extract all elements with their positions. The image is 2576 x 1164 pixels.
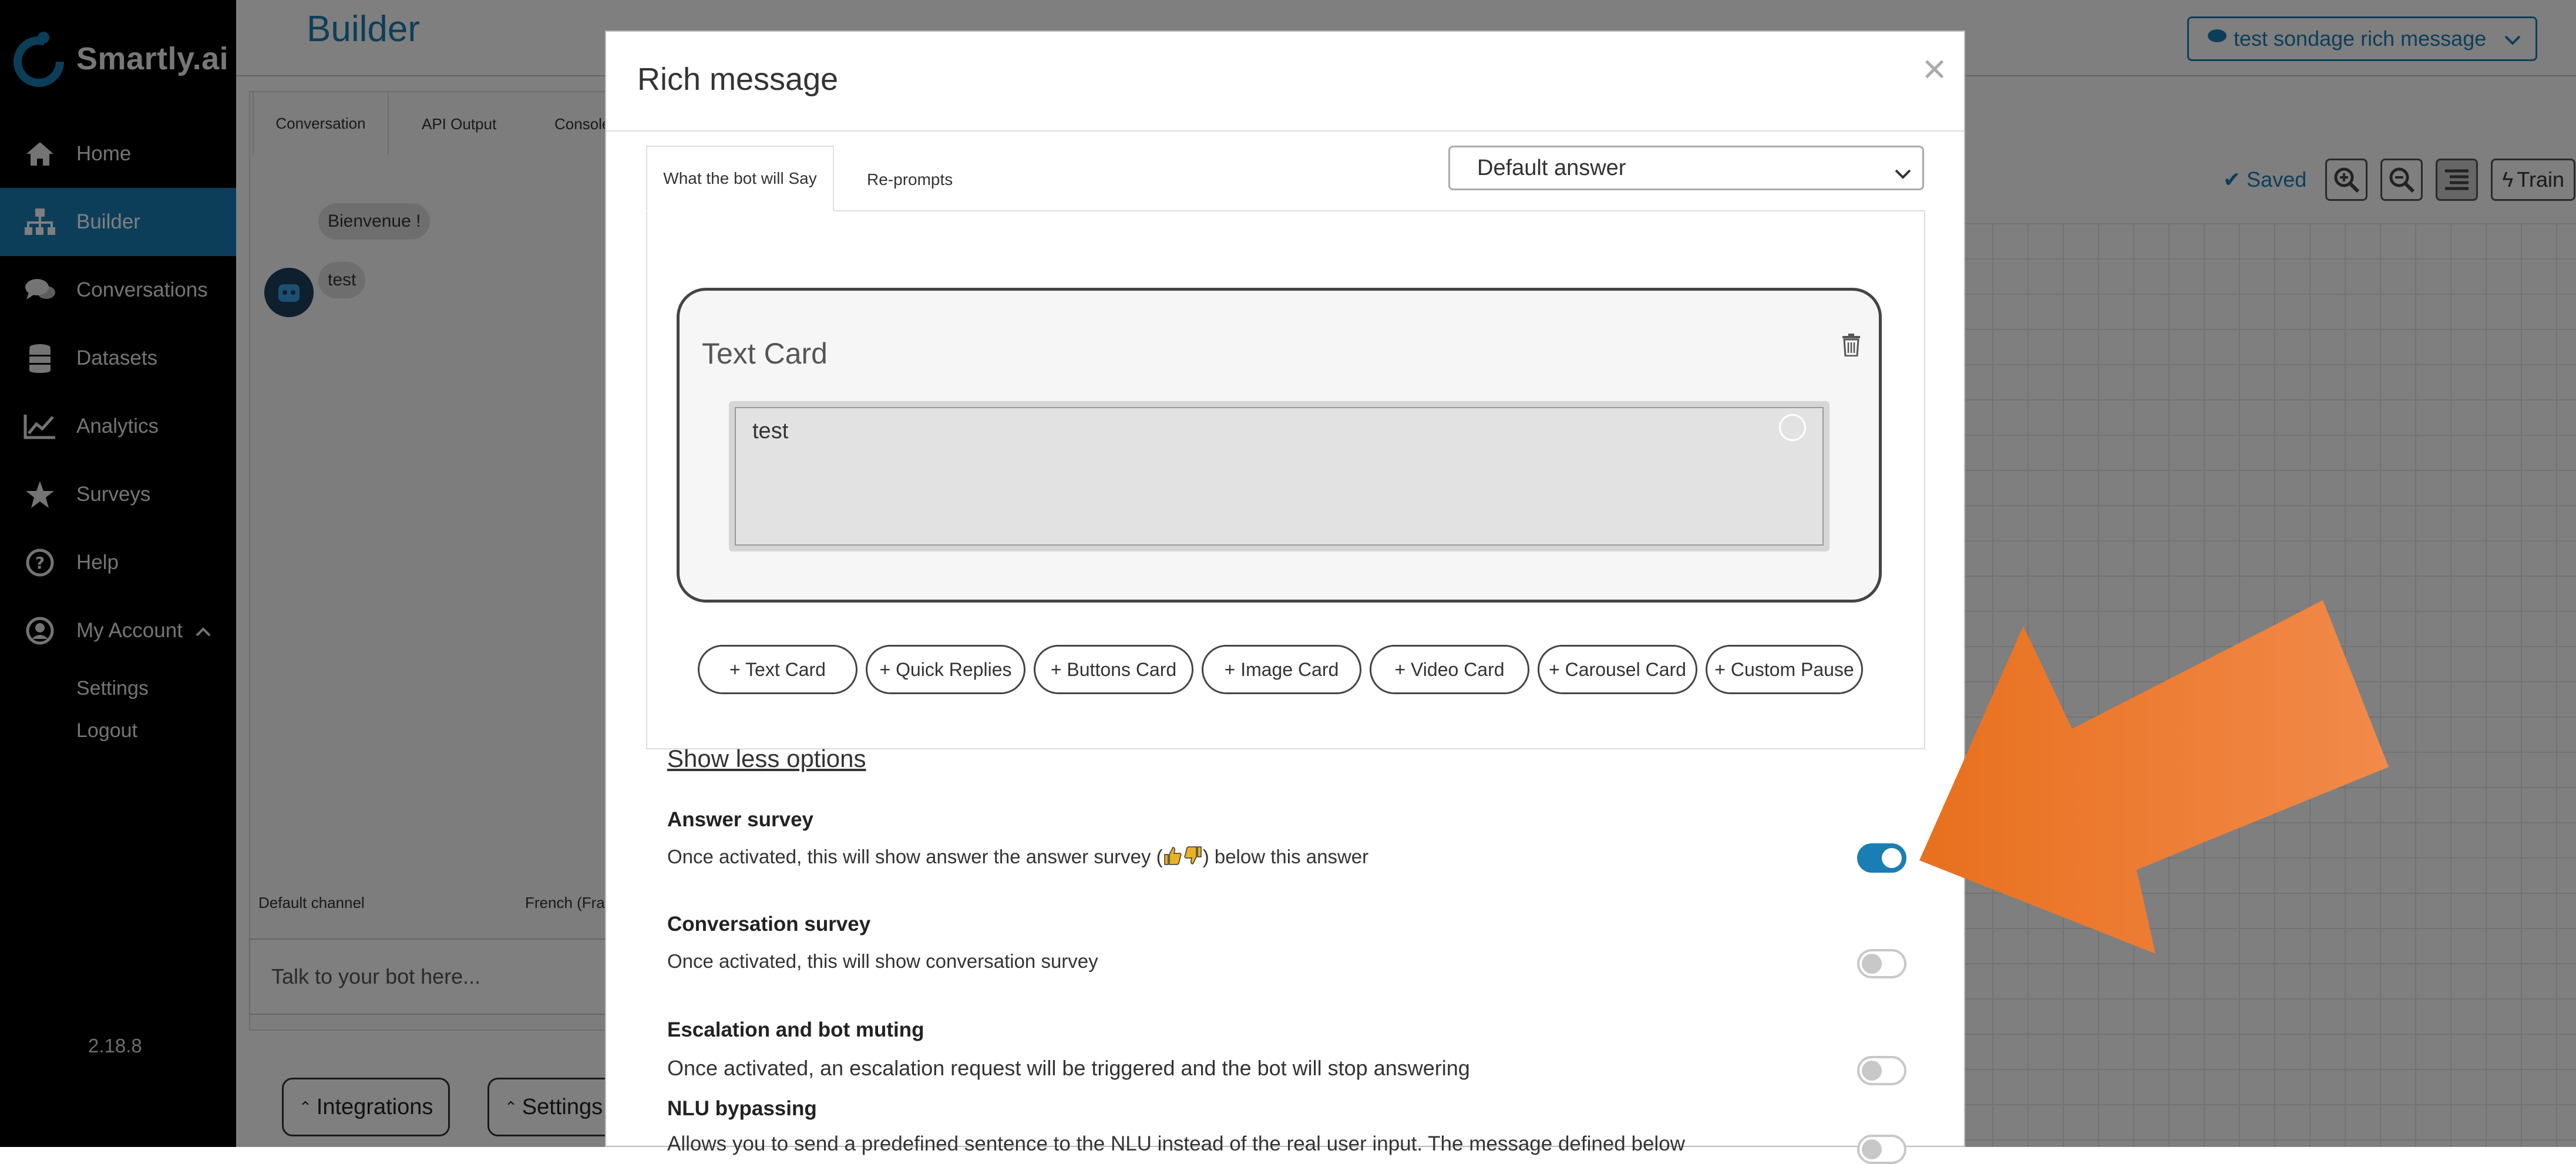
thumbs-down-icon [1183,846,1203,870]
annotation-arrow-icon [1919,600,2389,954]
answer-type-select[interactable]: Default answer [1448,146,1924,190]
tab-re-prompts[interactable]: Re-prompts [867,170,953,189]
text-card-value: test [735,407,1824,546]
modal-header-divider [606,130,1964,132]
answer-survey-toggle[interactable] [1857,843,1906,873]
answer-type-value: Default answer [1477,155,1626,180]
option-description-start: Once activated, this will show answer th… [667,846,1163,867]
toggle-knob [1882,848,1902,868]
text-card-input[interactable]: test [729,401,1830,551]
toggle-knob [1862,954,1882,974]
add-text-card-button[interactable]: + Text Card [698,645,857,694]
close-icon[interactable]: × [1922,48,1946,89]
add-video-card-button[interactable]: + Video Card [1370,645,1529,694]
text-card: Text Card test [677,288,1882,603]
toggle-knob [1862,1139,1882,1159]
add-custom-pause-button[interactable]: + Custom Pause [1706,645,1863,694]
tab-what-the-bot-will-say[interactable]: What the bot will Say [646,146,834,211]
toggle-knob [1862,1061,1882,1081]
escalation-toggle[interactable] [1857,1056,1906,1085]
emoji-picker-icon[interactable] [1779,414,1806,441]
trash-icon[interactable] [1841,333,1861,359]
nlu-bypassing-toggle[interactable] [1857,1135,1906,1164]
option-title: Escalation and bot muting [667,1018,924,1041]
option-description: Allows you to send a predefined sentence… [667,1132,1685,1155]
rich-message-modal: Rich message × What the bot will Say Re-… [605,31,1965,1164]
option-title: Answer survey [667,808,814,831]
option-description-end: ) below this answer [1202,846,1369,867]
option-title: Conversation survey [667,913,871,936]
option-description: Once activated, this will show conversat… [667,950,1098,972]
show-less-options-link[interactable]: Show less options [667,745,866,773]
conversation-survey-toggle[interactable] [1857,949,1906,978]
chevron-down-icon [1894,160,1912,186]
option-description: Once activated, an escalation request wi… [667,1056,1470,1080]
thumbs-up-icon [1163,846,1183,870]
option-title: NLU bypassing [667,1097,817,1120]
modal-title: Rich message [637,62,839,97]
add-image-card-button[interactable]: + Image Card [1202,645,1361,694]
add-buttons-card-button[interactable]: + Buttons Card [1034,645,1193,694]
text-card-title: Text Card [702,337,828,370]
add-quick-replies-button[interactable]: + Quick Replies [866,645,1025,694]
option-description: Once activated, this will show answer th… [667,846,1368,870]
add-carousel-card-button[interactable]: + Carousel Card [1538,645,1697,694]
